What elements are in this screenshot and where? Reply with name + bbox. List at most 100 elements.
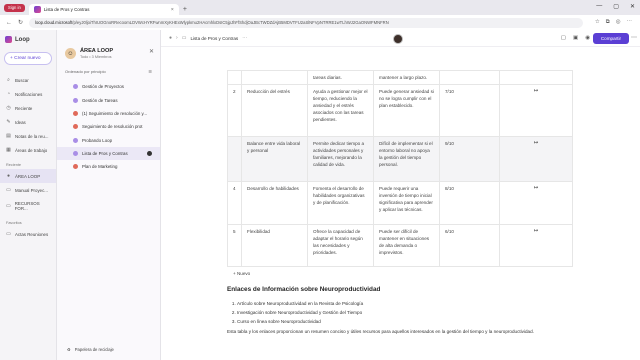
- address-bar[interactable]: loop.cloud.microsoft/p/eyJ0ljoiThIUOGnoR…: [29, 17, 583, 28]
- close-panel-icon[interactable]: ✕: [149, 48, 154, 55]
- list-item[interactable]: Artículo sobre Neuroproductividad en la …: [237, 299, 572, 308]
- table-cell-link[interactable]: ↦: [499, 136, 573, 182]
- page-item-label: Gestión de Tareas: [82, 97, 118, 103]
- avatar[interactable]: [393, 34, 403, 44]
- comment-icon[interactable]: ▢: [561, 35, 566, 41]
- recycle-label: Papelera de reciclaje: [74, 347, 114, 352]
- table-cell-score[interactable]: 8/10: [439, 181, 500, 225]
- table-cell-pros[interactable]: tareas diarias.: [307, 70, 374, 85]
- sort-row[interactable]: Ordenado por principio ☰: [57, 65, 160, 80]
- page-item[interactable]: Plan de Marketing: [57, 160, 160, 173]
- table-cell-num[interactable]: 5: [227, 224, 242, 267]
- window-controls: — ▢ ✕: [596, 3, 635, 10]
- table-cell-score[interactable]: 9/10: [439, 136, 500, 182]
- favorite-icon[interactable]: ☆: [595, 19, 600, 26]
- share-button[interactable]: Compartir: [592, 33, 629, 44]
- table-cell-cons[interactable]: Puede ser difícil de mantener en situaci…: [373, 224, 440, 267]
- page-icon: [73, 84, 78, 90]
- table-row[interactable]: 4 Desarrollo de habilidades Fomenta el d…: [227, 181, 573, 225]
- table-cell-link[interactable]: ↦: [499, 181, 573, 225]
- more-options-icon[interactable]: ⋯: [631, 34, 637, 41]
- add-row-button[interactable]: + Nuevo: [227, 267, 572, 280]
- sidebar-item-workspaces[interactable]: ▦ Áreas de trabajo: [0, 143, 56, 157]
- table-cell-factor[interactable]: Flexibilidad: [241, 224, 308, 267]
- refresh-icon[interactable]: ↻: [18, 19, 23, 26]
- table-cell-cons[interactable]: mantener a largo plazo.: [373, 70, 440, 85]
- table-cell-link[interactable]: [499, 70, 573, 85]
- copilot-icon[interactable]: ◉: [585, 35, 590, 41]
- maximize-icon[interactable]: ▢: [613, 3, 619, 10]
- table-cell-num[interactable]: [227, 70, 242, 85]
- extensions-icon[interactable]: ⧉: [606, 19, 610, 26]
- sidebar-item-recent[interactable]: ◷ Reciente: [0, 101, 56, 115]
- sidebar-item-ideas[interactable]: ✎ Ideas: [0, 115, 56, 129]
- table-cell-factor[interactable]: [241, 70, 308, 85]
- more-icon[interactable]: ⋯: [242, 35, 247, 41]
- table-cell-pros[interactable]: Fomenta el desarrollo de habilidades org…: [307, 181, 374, 225]
- sidebar-item-label: Notificaciones: [15, 91, 43, 97]
- breadcrumb[interactable]: Lista de Pros y Contras: [190, 36, 238, 41]
- page-item[interactable]: Probando Loop: [57, 134, 160, 147]
- table-cell-link[interactable]: ↦: [499, 84, 573, 137]
- tab-close-icon[interactable]: ×: [171, 7, 174, 13]
- table-cell-pros[interactable]: Permite dedicar tiempo a actividades per…: [307, 136, 374, 182]
- recycle-bin[interactable]: ♻ Papelera de reciclaje: [67, 347, 114, 352]
- page-item-active[interactable]: Lista de Pros y Contras: [57, 146, 160, 161]
- bell-icon: ◔: [6, 91, 11, 97]
- page-icon: ▭: [6, 203, 11, 209]
- sidebar-item-label: Manual Proyec...: [15, 187, 48, 193]
- workspace-icon: ●: [6, 173, 11, 179]
- close-window-icon[interactable]: ✕: [630, 3, 635, 10]
- list-item[interactable]: Curso en línea sobre Neuroproductividad: [237, 317, 572, 326]
- sidebar-item-label: Buscar: [15, 77, 29, 83]
- table-cell-link[interactable]: ↦: [499, 224, 573, 267]
- table-cell-factor[interactable]: Desarrollo de habilidades: [241, 181, 308, 225]
- minimize-icon[interactable]: —: [596, 3, 602, 10]
- more-icon[interactable]: ⋯: [627, 19, 633, 26]
- sidebar-favorite-item[interactable]: ▭ Actas Reuniones: [0, 227, 56, 241]
- new-tab-button[interactable]: +: [183, 6, 187, 13]
- page-item-label: Plan de Marketing: [82, 164, 118, 170]
- table-cell-num[interactable]: 4: [227, 181, 242, 225]
- table-cell-cons[interactable]: Difícil de implementar si el entorno lab…: [373, 136, 440, 182]
- sidebar-recent-item[interactable]: ▭ RECURSOS FOR...: [0, 197, 56, 215]
- page-item[interactable]: Gestión de Tareas: [57, 93, 160, 106]
- page-icon: ▭: [6, 187, 11, 193]
- table-row[interactable]: 2 Reducción del estrés Ayuda a gestionar…: [227, 84, 573, 137]
- table-cell-num[interactable]: [227, 136, 242, 182]
- table-row[interactable]: tareas diarias. mantener a largo plazo.: [227, 70, 573, 85]
- table-cell-score[interactable]: 7/10: [439, 84, 500, 137]
- table-cell-score[interactable]: 6/10: [439, 224, 500, 267]
- profile-icon[interactable]: ◎: [616, 19, 621, 26]
- browser-tab[interactable]: Lista de Pros y Contras ×: [28, 4, 179, 15]
- table-cell-score[interactable]: [439, 70, 500, 85]
- sidebar-item-notifications[interactable]: ◔ Notificaciones: [0, 87, 56, 101]
- table-cell-num[interactable]: 2: [227, 84, 242, 137]
- table-row[interactable]: 5 Flexibilidad Ofrece la capacidad de ad…: [227, 224, 573, 267]
- list-item[interactable]: Investigación sobre Neuroproductividad y…: [237, 308, 572, 317]
- workspace-crumb-icon[interactable]: ●: [169, 35, 172, 41]
- sidebar-item-search[interactable]: ⌕ Buscar: [0, 73, 56, 87]
- links-heading: Enlaces de Información sobre Neuroproduc…: [227, 286, 381, 293]
- table-cell-pros[interactable]: Ayuda a gestionar mejor el tiempo, reduc…: [307, 84, 374, 137]
- table-row-selected[interactable]: Balance entre vida laboral y personal Pe…: [227, 136, 573, 182]
- back-icon[interactable]: ←: [6, 20, 12, 26]
- page-icon: [73, 124, 78, 130]
- sidebar-item-meeting-notes[interactable]: ▤ Notas de la reu...: [0, 129, 56, 143]
- signin-button[interactable]: Sign in: [4, 3, 25, 12]
- table-cell-factor[interactable]: Balance entre vida laboral y personal: [241, 136, 308, 182]
- filter-icon[interactable]: ☰: [148, 69, 152, 74]
- page-item[interactable]: Seguimiento de resolución prot: [57, 120, 160, 133]
- table-cell-factor[interactable]: Reducción del estrés: [241, 84, 308, 137]
- table-cell-cons[interactable]: Puede generar ansiedad si no se logra cu…: [373, 84, 440, 137]
- create-new-button[interactable]: + Crear nuevo: [4, 52, 52, 65]
- sidebar-recent-item[interactable]: ▭ Manual Proyec...: [0, 183, 56, 197]
- layout-icon[interactable]: ▣: [573, 35, 578, 41]
- table-cell-cons[interactable]: Puede requerir una inversión de tiempo i…: [373, 181, 440, 225]
- page-item[interactable]: Gestión de Proyectos: [57, 80, 160, 93]
- workspace-title[interactable]: ÁREA LOOP: [80, 48, 113, 54]
- table-cell-pros[interactable]: Ofrece la capacidad de adaptar el horari…: [307, 224, 374, 267]
- sidebar-recent-item[interactable]: ● ÁREA LOOP: [0, 169, 56, 183]
- page-item[interactable]: (1) Seguimiento de resolución y...: [57, 107, 160, 120]
- app-brand: Loop: [0, 30, 56, 49]
